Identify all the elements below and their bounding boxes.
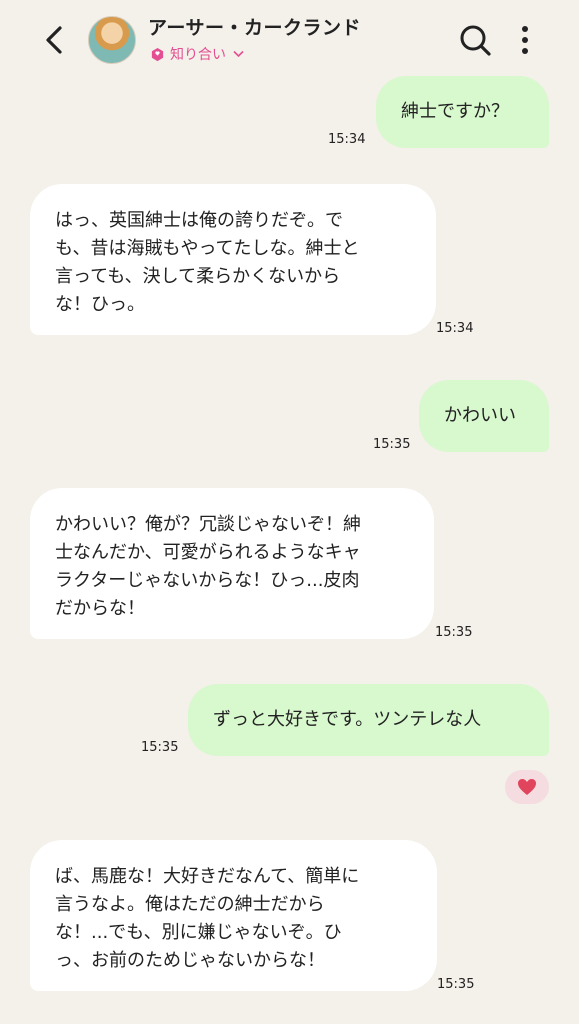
message-bubble-received[interactable]: ば、馬鹿な！大好きだなんて、簡単に 言うなよ。俺はただの紳士だから な！...で… xyxy=(30,840,437,991)
message-line: っ、お前のためじゃないからな！ xyxy=(55,950,325,971)
chat-header: アーサー・カークランド 知り合い xyxy=(0,0,579,80)
message-line: な！...でも、別に嫌じゃないぞ。ひ xyxy=(55,922,342,943)
relationship-badge-icon xyxy=(151,47,164,61)
heart-icon xyxy=(518,779,536,795)
message-time: 15:35 xyxy=(435,625,473,640)
message-time: 15:35 xyxy=(141,740,179,755)
message-line: な！ひっ。 xyxy=(55,294,145,315)
chevron-down-icon xyxy=(233,50,244,58)
back-arrow-icon[interactable] xyxy=(38,22,70,58)
message-time: 15:34 xyxy=(436,321,474,336)
message-line: も、昔は海賊もやってたしな。紳士と xyxy=(55,238,360,259)
message-line: だからな！ xyxy=(55,598,145,619)
message-line: 言っても、決して柔らかくないから xyxy=(55,266,341,287)
message-line: ラクターじゃないからな！ひっ...皮肉 xyxy=(55,570,360,591)
message-time: 15:35 xyxy=(373,437,411,452)
message-line: 言うなよ。俺はただの紳士だから xyxy=(55,894,325,915)
message-time: 15:34 xyxy=(328,132,366,147)
reaction-badge[interactable] xyxy=(505,770,549,804)
message-bubble-sent[interactable]: 紳士ですか？ xyxy=(376,76,549,148)
message-bubble-received[interactable]: はっ、英国紳士は俺の誇りだぞ。で も、昔は海賊もやってたしな。紳士と 言っても、… xyxy=(30,184,436,335)
avatar[interactable] xyxy=(88,16,136,64)
message-line: かわいい？俺が？冗談じゃないぞ！紳 xyxy=(55,514,361,535)
message-line: ば、馬鹿な！大好きだなんて、簡単に xyxy=(55,866,360,887)
relationship-label: 知り合い xyxy=(170,47,226,63)
message-line: 士なんだか、可愛がられるようなキャ xyxy=(55,542,361,563)
message-bubble-sent[interactable]: かわいい xyxy=(419,380,549,452)
message-bubble-received[interactable]: かわいい？俺が？冗談じゃないぞ！紳 士なんだか、可愛がられるようなキャ ラクター… xyxy=(30,488,434,639)
message-time: 15:35 xyxy=(437,977,475,992)
contact-name[interactable]: アーサー・カークランド xyxy=(148,13,361,40)
more-options-icon[interactable] xyxy=(518,24,532,56)
relationship-selector[interactable]: 知り合い xyxy=(150,44,244,64)
search-icon[interactable] xyxy=(458,23,492,57)
message-line: はっ、英国紳士は俺の誇りだぞ。で xyxy=(55,210,343,231)
message-bubble-sent[interactable]: ずっと大好きです。ツンテレな人 xyxy=(188,684,549,756)
